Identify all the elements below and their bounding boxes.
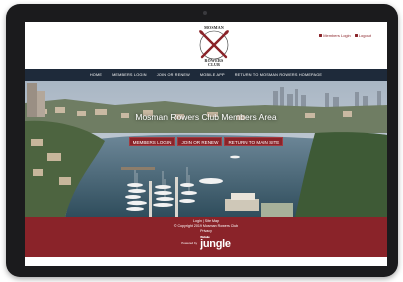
nav-item-join-or-renew[interactable]: JOIN OR RENEW <box>157 73 190 77</box>
members-login-link[interactable]: Members Login <box>319 33 351 38</box>
members-login-button[interactable]: MEMBERS LOGIN <box>128 137 176 146</box>
hero-buttons: MEMBERS LOGIN JOIN OR RENEW RETURN TO MA… <box>25 137 387 146</box>
join-or-renew-button[interactable]: JOIN OR RENEW <box>177 137 223 146</box>
nav-item-return-homepage[interactable]: RETURN TO MOSMAN ROWERS HOMEPAGE <box>235 73 322 77</box>
footer-bottom-strip <box>25 257 387 266</box>
brand-text: jungle <box>200 238 231 250</box>
club-logo[interactable]: MOSMAN ROWERS CLUB <box>193 24 235 67</box>
nav-item-mobile-app[interactable]: MOBILE APP <box>200 73 225 77</box>
powered-by-label: Powered by <box>181 241 198 245</box>
site-footer: Login | Site Map © Copyright 2019 Mosman… <box>25 217 387 257</box>
hero-banner: Mosman Rowers Club Members Area MEMBERS … <box>25 81 387 217</box>
member-links: Members Login Logout <box>319 33 371 38</box>
hero-title: Mosman Rowers Club Members Area <box>135 112 277 122</box>
screen: MOSMAN ROWERS CLUB Members Login Logout … <box>25 22 387 266</box>
camera-dot <box>203 11 207 15</box>
logo-text-club: CLUB <box>208 62 220 67</box>
harbour-photo <box>25 81 387 217</box>
powered-by: Powered by Website jungle <box>25 236 387 250</box>
members-login-label: Members Login <box>323 33 351 38</box>
logo-text-top: MOSMAN <box>204 25 224 30</box>
logo-text-bottom: ROWERS CLUB <box>193 59 235 67</box>
nav-item-home[interactable]: HOME <box>90 73 102 77</box>
privacy-link[interactable]: Privacy <box>25 229 387 234</box>
main-nav: HOME MEMBERS LOGIN JOIN OR RENEW MOBILE … <box>25 69 387 81</box>
logout-icon <box>354 34 358 37</box>
site-header: MOSMAN ROWERS CLUB Members Login Logout <box>25 22 387 69</box>
return-to-main-site-button[interactable]: RETURN TO MAIN SITE <box>224 137 284 146</box>
logout-label: Logout <box>358 33 371 38</box>
lock-icon <box>319 34 323 37</box>
logout-link[interactable]: Logout <box>354 33 371 38</box>
website-jungle-logo[interactable]: Website jungle <box>200 236 231 250</box>
nav-item-members-login[interactable]: MEMBERS LOGIN <box>112 73 147 77</box>
